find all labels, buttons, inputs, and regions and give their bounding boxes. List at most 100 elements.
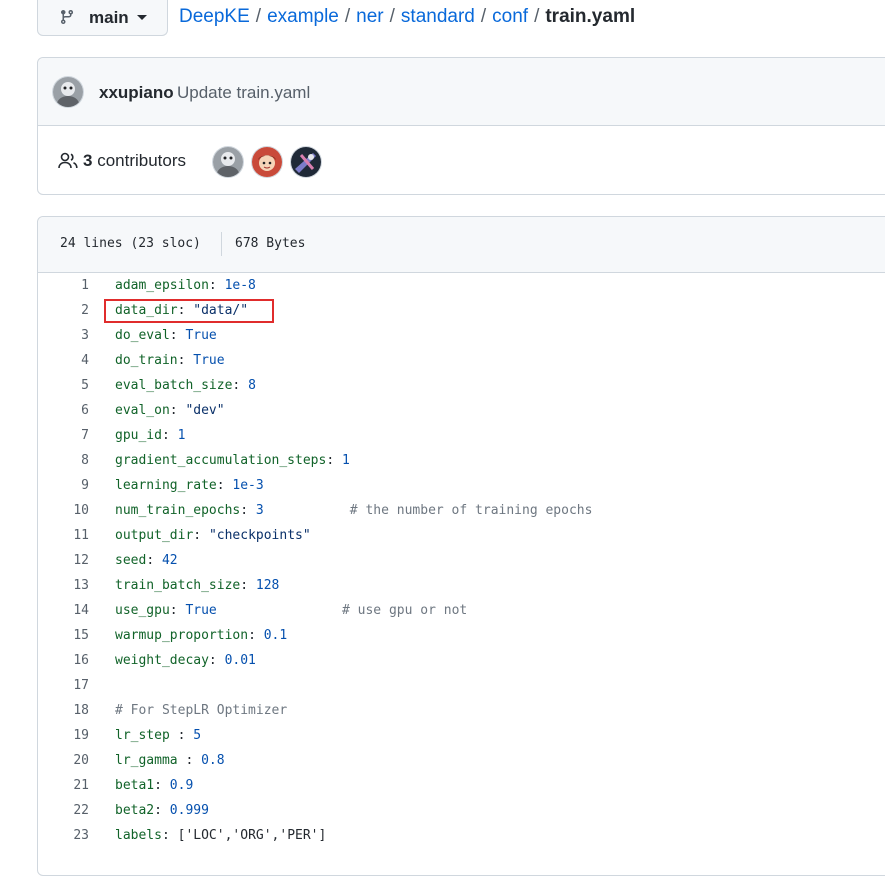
breadcrumb-link-conf[interactable]: conf xyxy=(492,6,528,27)
line-number[interactable]: 8 xyxy=(38,453,89,468)
yaml-key: lr_gamma xyxy=(115,753,178,768)
yaml-value: 0.1 xyxy=(263,628,288,643)
code-line: 17 xyxy=(38,676,885,701)
line-number[interactable]: 23 xyxy=(38,828,89,843)
yaml-separator: : xyxy=(154,803,170,818)
yaml-comment: # For StepLR Optimizer xyxy=(115,703,288,718)
line-content: num_train_epochs: 3 # the number of trai… xyxy=(115,503,592,518)
commit-message-link[interactable]: Update train.yaml xyxy=(177,83,310,103)
yaml-value: "checkpoints" xyxy=(208,528,311,543)
latest-commit-box: xxupiano Update train.yaml 3 contributor… xyxy=(37,57,885,195)
yaml-value: 5 xyxy=(193,728,202,743)
yaml-value: 3 xyxy=(255,503,264,518)
line-number[interactable]: 15 xyxy=(38,628,89,643)
line-number[interactable]: 13 xyxy=(38,578,89,593)
line-content: eval_batch_size: 8 xyxy=(115,378,256,393)
line-content: seed: 42 xyxy=(115,553,178,568)
line-content: beta2: 0.999 xyxy=(115,803,209,818)
yaml-key: eval_batch_size xyxy=(115,378,233,393)
yaml-value: 1 xyxy=(341,453,350,468)
yaml-separator: : xyxy=(146,553,162,568)
yaml-key: eval_on xyxy=(115,403,170,418)
yaml-value: 42 xyxy=(161,553,178,568)
code-line: 14 use_gpu: True # use gpu or not xyxy=(38,601,885,626)
line-content: # For StepLR Optimizer xyxy=(115,703,287,718)
breadcrumb-separator: / xyxy=(534,6,540,27)
line-number[interactable]: 4 xyxy=(38,353,89,368)
contributors-count: 3 xyxy=(83,151,93,170)
yaml-key: learning_rate xyxy=(115,478,217,493)
line-number[interactable]: 16 xyxy=(38,653,89,668)
yaml-value: "dev" xyxy=(185,403,225,418)
people-icon xyxy=(58,152,78,169)
contributor-avatar-3[interactable] xyxy=(291,147,321,177)
file-line-count: 24 lines (23 sloc) xyxy=(60,236,201,251)
line-number[interactable]: 18 xyxy=(38,703,89,718)
code-line: 21 beta1: 0.9 xyxy=(38,776,885,801)
divider xyxy=(221,232,222,256)
code-view[interactable]: 1 adam_epsilon: 1e-8 2 data_dir: "data/" 3 do… xyxy=(38,276,885,851)
yaml-separator: : xyxy=(232,378,249,393)
code-line: 5 eval_batch_size: 8 xyxy=(38,376,885,401)
yaml-comment: # use gpu or not xyxy=(216,603,468,618)
contributor-avatar-1[interactable] xyxy=(213,147,243,177)
line-number[interactable]: 14 xyxy=(38,603,89,618)
yaml-separator: : xyxy=(240,503,256,518)
yaml-separator: : xyxy=(248,628,264,643)
line-number[interactable]: 12 xyxy=(38,553,89,568)
author-avatar[interactable] xyxy=(53,77,83,107)
chevron-down-icon xyxy=(137,15,147,20)
branch-selector-button[interactable]: main xyxy=(37,0,168,36)
contributors-link[interactable]: 3 contributors xyxy=(83,151,186,171)
line-number[interactable]: 10 xyxy=(38,503,89,518)
breadcrumb-link-ner[interactable]: ner xyxy=(356,6,383,27)
yaml-key: num_train_epochs xyxy=(115,503,241,518)
breadcrumb-link-example[interactable]: example xyxy=(267,6,339,27)
contributor-avatar-2[interactable] xyxy=(252,147,282,177)
line-content: do_eval: True xyxy=(115,328,217,343)
breadcrumb-separator: / xyxy=(344,6,351,27)
code-line: 4 do_train: True xyxy=(38,351,885,376)
line-number[interactable]: 19 xyxy=(38,728,89,743)
code-line: 20 lr_gamma : 0.8 xyxy=(38,751,885,776)
breadcrumb-link-repo[interactable]: DeepKE xyxy=(179,6,250,27)
line-number[interactable]: 2 xyxy=(38,303,89,318)
line-number[interactable]: 6 xyxy=(38,403,89,418)
line-content: train_batch_size: 128 xyxy=(115,578,279,593)
file-navigation: main DeepKE / example / ner / standard / conf / tr… xyxy=(0,0,885,40)
code-line: 9 learning_rate: 1e-3 xyxy=(38,476,885,501)
yaml-separator: : xyxy=(216,478,233,493)
code-line: 11 output_dir: "checkpoints" xyxy=(38,526,885,551)
yaml-key: lr_step xyxy=(115,728,170,743)
yaml-value: 0.8 xyxy=(201,753,225,768)
line-content: eval_on: "dev" xyxy=(115,403,225,418)
line-number[interactable]: 22 xyxy=(38,803,89,818)
code-line: 6 eval_on: "dev" xyxy=(38,401,885,426)
line-number[interactable]: 9 xyxy=(38,478,89,493)
contributors-label: contributors xyxy=(97,151,187,170)
yaml-value: True xyxy=(185,603,217,618)
line-content: lr_gamma : 0.8 xyxy=(115,753,225,768)
line-number[interactable]: 1 xyxy=(38,278,89,293)
avatar-image-icon xyxy=(213,147,243,177)
line-number[interactable]: 3 xyxy=(38,328,89,343)
yaml-value: 1 xyxy=(177,428,186,443)
line-number[interactable]: 17 xyxy=(38,678,89,693)
breadcrumb-link-standard[interactable]: standard xyxy=(401,6,475,27)
yaml-separator: : xyxy=(169,403,186,418)
line-number[interactable]: 11 xyxy=(38,528,89,543)
line-number[interactable]: 5 xyxy=(38,378,89,393)
line-number[interactable]: 7 xyxy=(38,428,89,443)
yaml-key: warmup_proportion xyxy=(115,628,249,643)
line-content: adam_epsilon: 1e-8 xyxy=(115,278,256,293)
breadcrumb-separator: / xyxy=(255,6,262,27)
code-line: 16 weight_decay: 0.01 xyxy=(38,651,885,676)
line-content: do_train: True xyxy=(115,353,225,368)
code-line: 23 labels: ['LOC','ORG','PER'] xyxy=(38,826,885,851)
code-line: 15 warmup_proportion: 0.1 xyxy=(38,626,885,651)
line-number[interactable]: 21 xyxy=(38,778,89,793)
avatar-image-icon xyxy=(53,77,83,107)
yaml-comment: # the number of training epochs xyxy=(263,503,593,518)
line-number[interactable]: 20 xyxy=(38,753,89,768)
commit-author-link[interactable]: xxupiano xyxy=(99,83,174,103)
